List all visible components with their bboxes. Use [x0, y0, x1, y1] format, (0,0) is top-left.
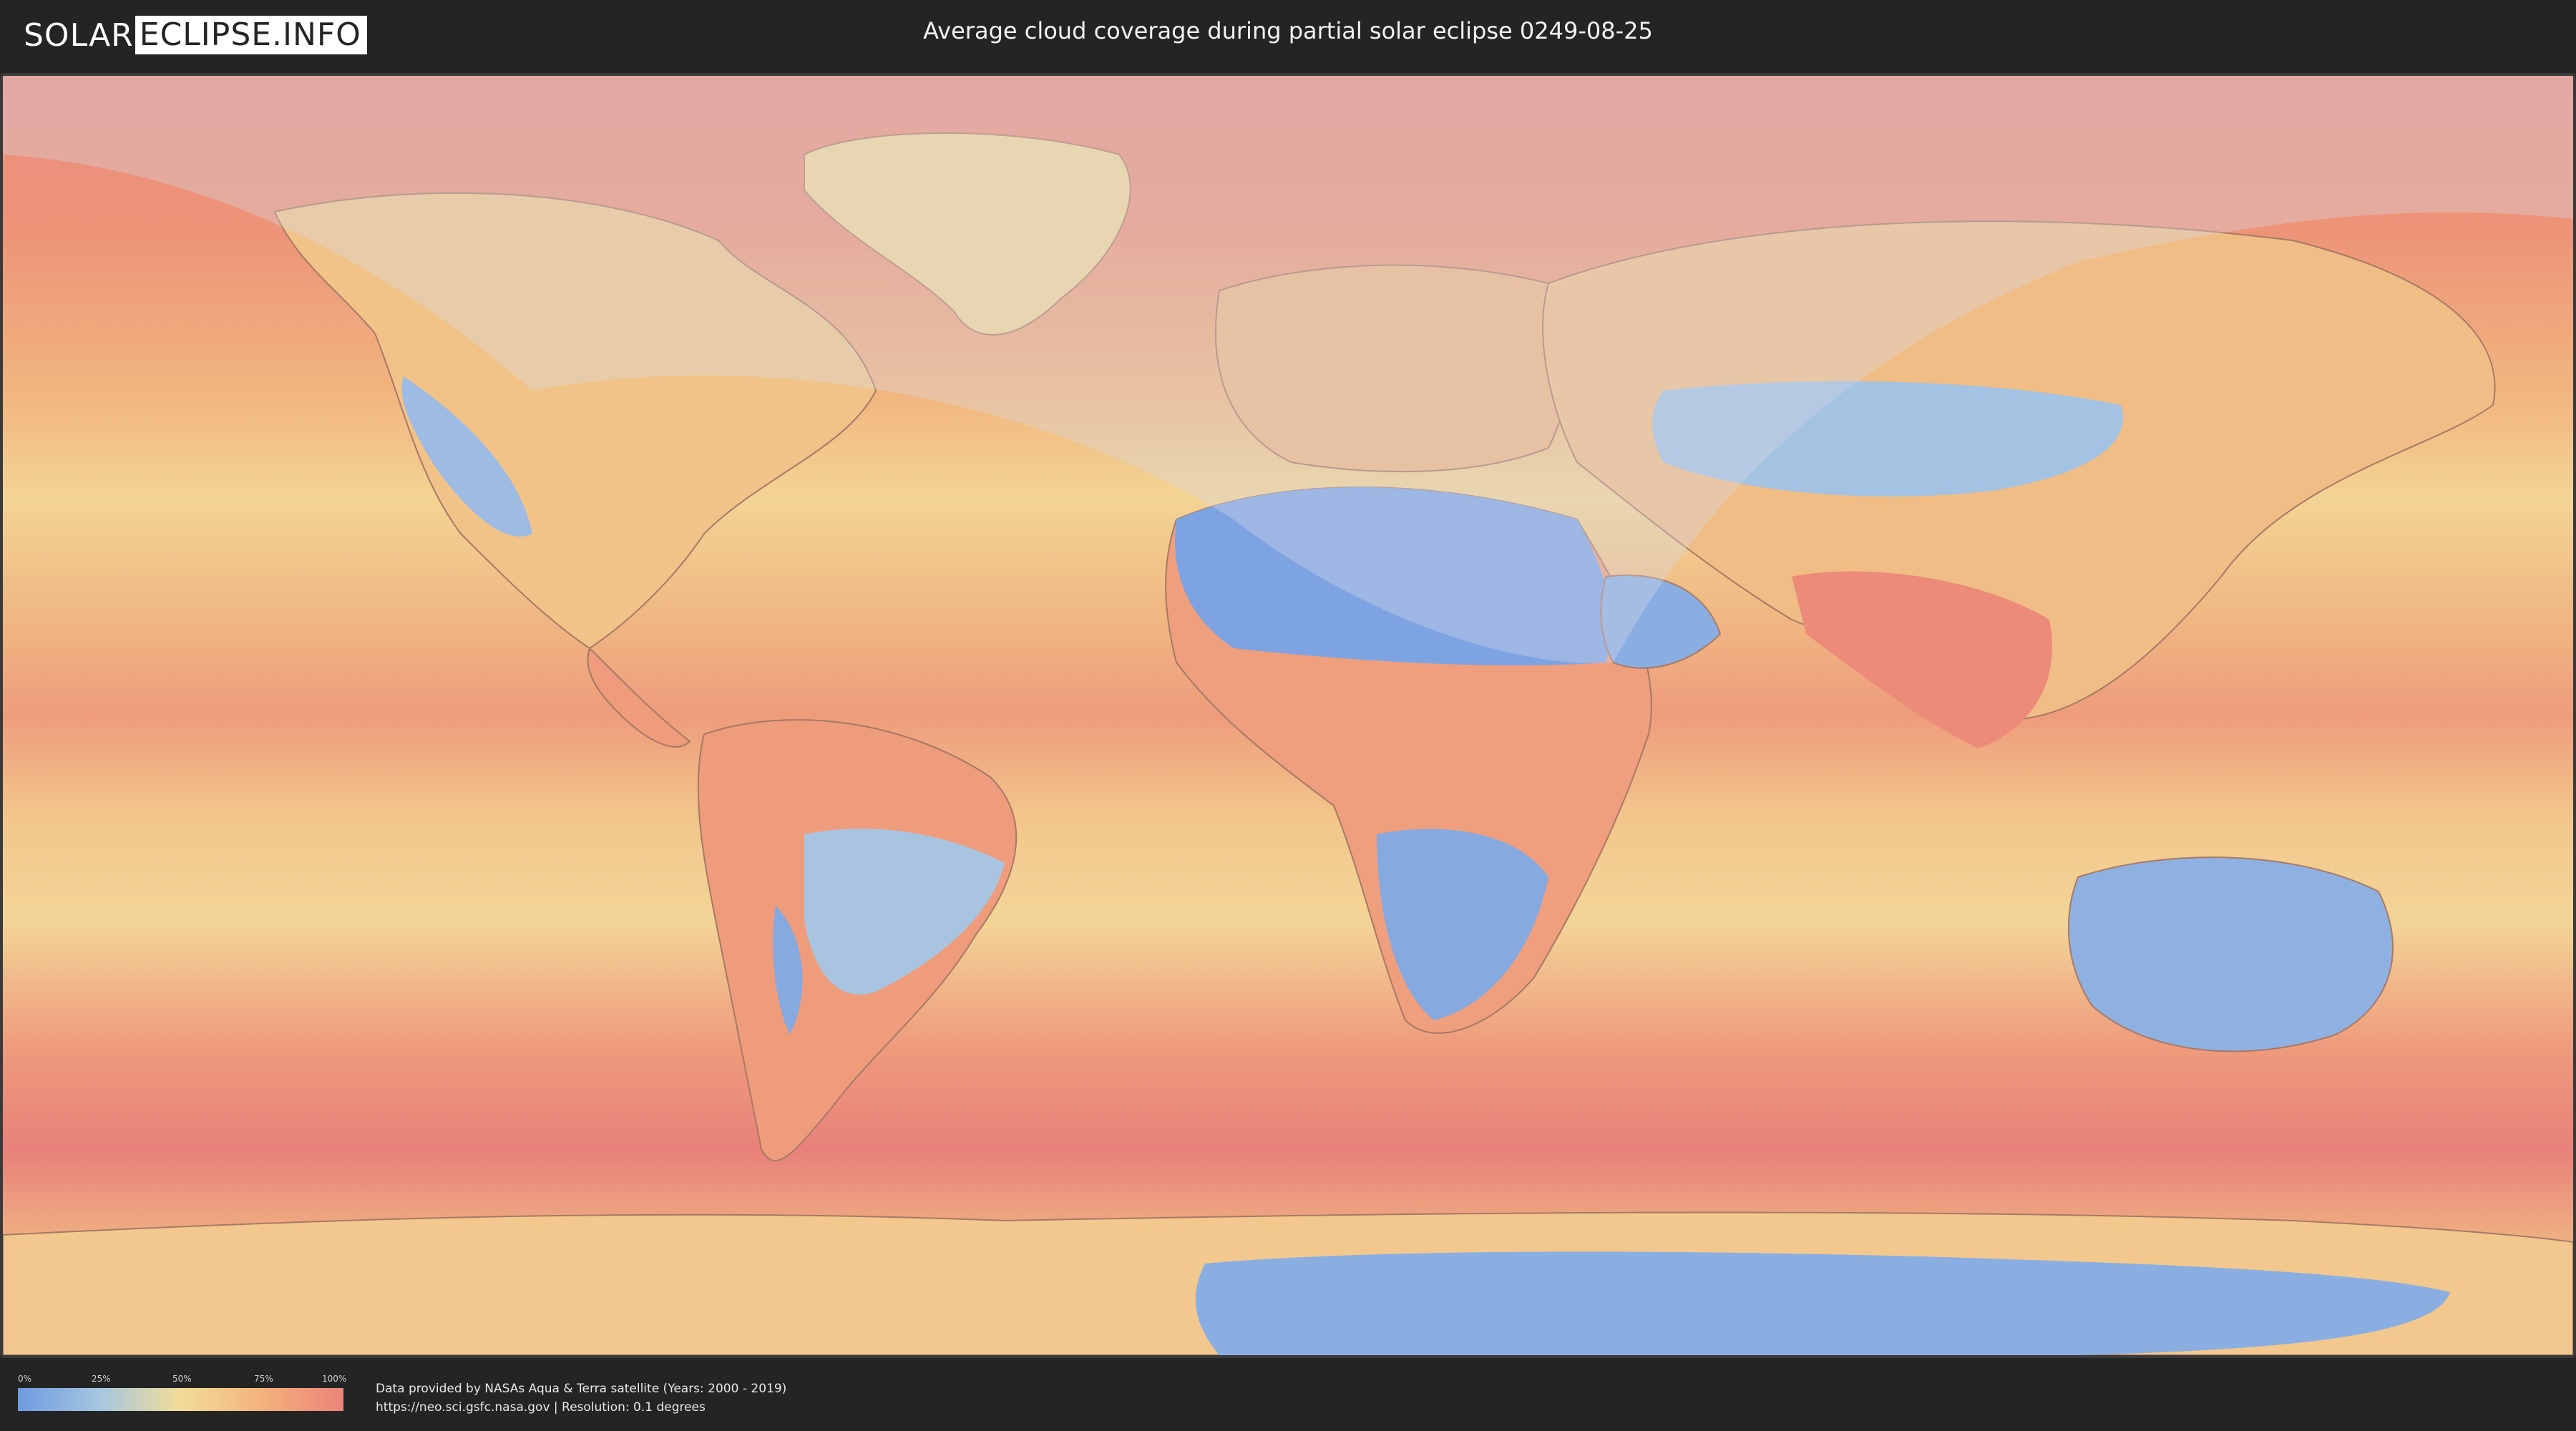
credit-line-1: Data provided by NASAs Aqua & Terra sate… — [376, 1382, 787, 1396]
legend-ticks: 0% 25% 50% 75% 100% — [18, 1374, 347, 1388]
credit-line-2: https://neo.sci.gsfc.nasa.gov | Resoluti… — [376, 1400, 706, 1415]
legend-tick: 25% — [92, 1374, 111, 1384]
data-credits: Data provided by NASAs Aqua & Terra sate… — [376, 1379, 786, 1417]
footer-bar: 0% 25% 50% 75% 100% Data provided by NAS… — [0, 1358, 2576, 1431]
page-title: Average cloud coverage during partial so… — [923, 17, 1653, 44]
cloud-coverage-map[interactable] — [0, 73, 2576, 1358]
world-map-icon — [3, 76, 2573, 1355]
header-bar: SOLAR ECLIPSE.INFO Average cloud coverag… — [0, 0, 2576, 72]
legend-tick: 0% — [18, 1374, 32, 1384]
legend-tick: 50% — [172, 1374, 192, 1384]
legend-tick: 75% — [254, 1374, 273, 1384]
legend-color-bar — [18, 1388, 343, 1411]
cloud-coverage-legend: 0% 25% 50% 75% 100% — [18, 1374, 347, 1411]
legend-tick: 100% — [322, 1374, 347, 1384]
australia — [2067, 856, 2394, 1053]
